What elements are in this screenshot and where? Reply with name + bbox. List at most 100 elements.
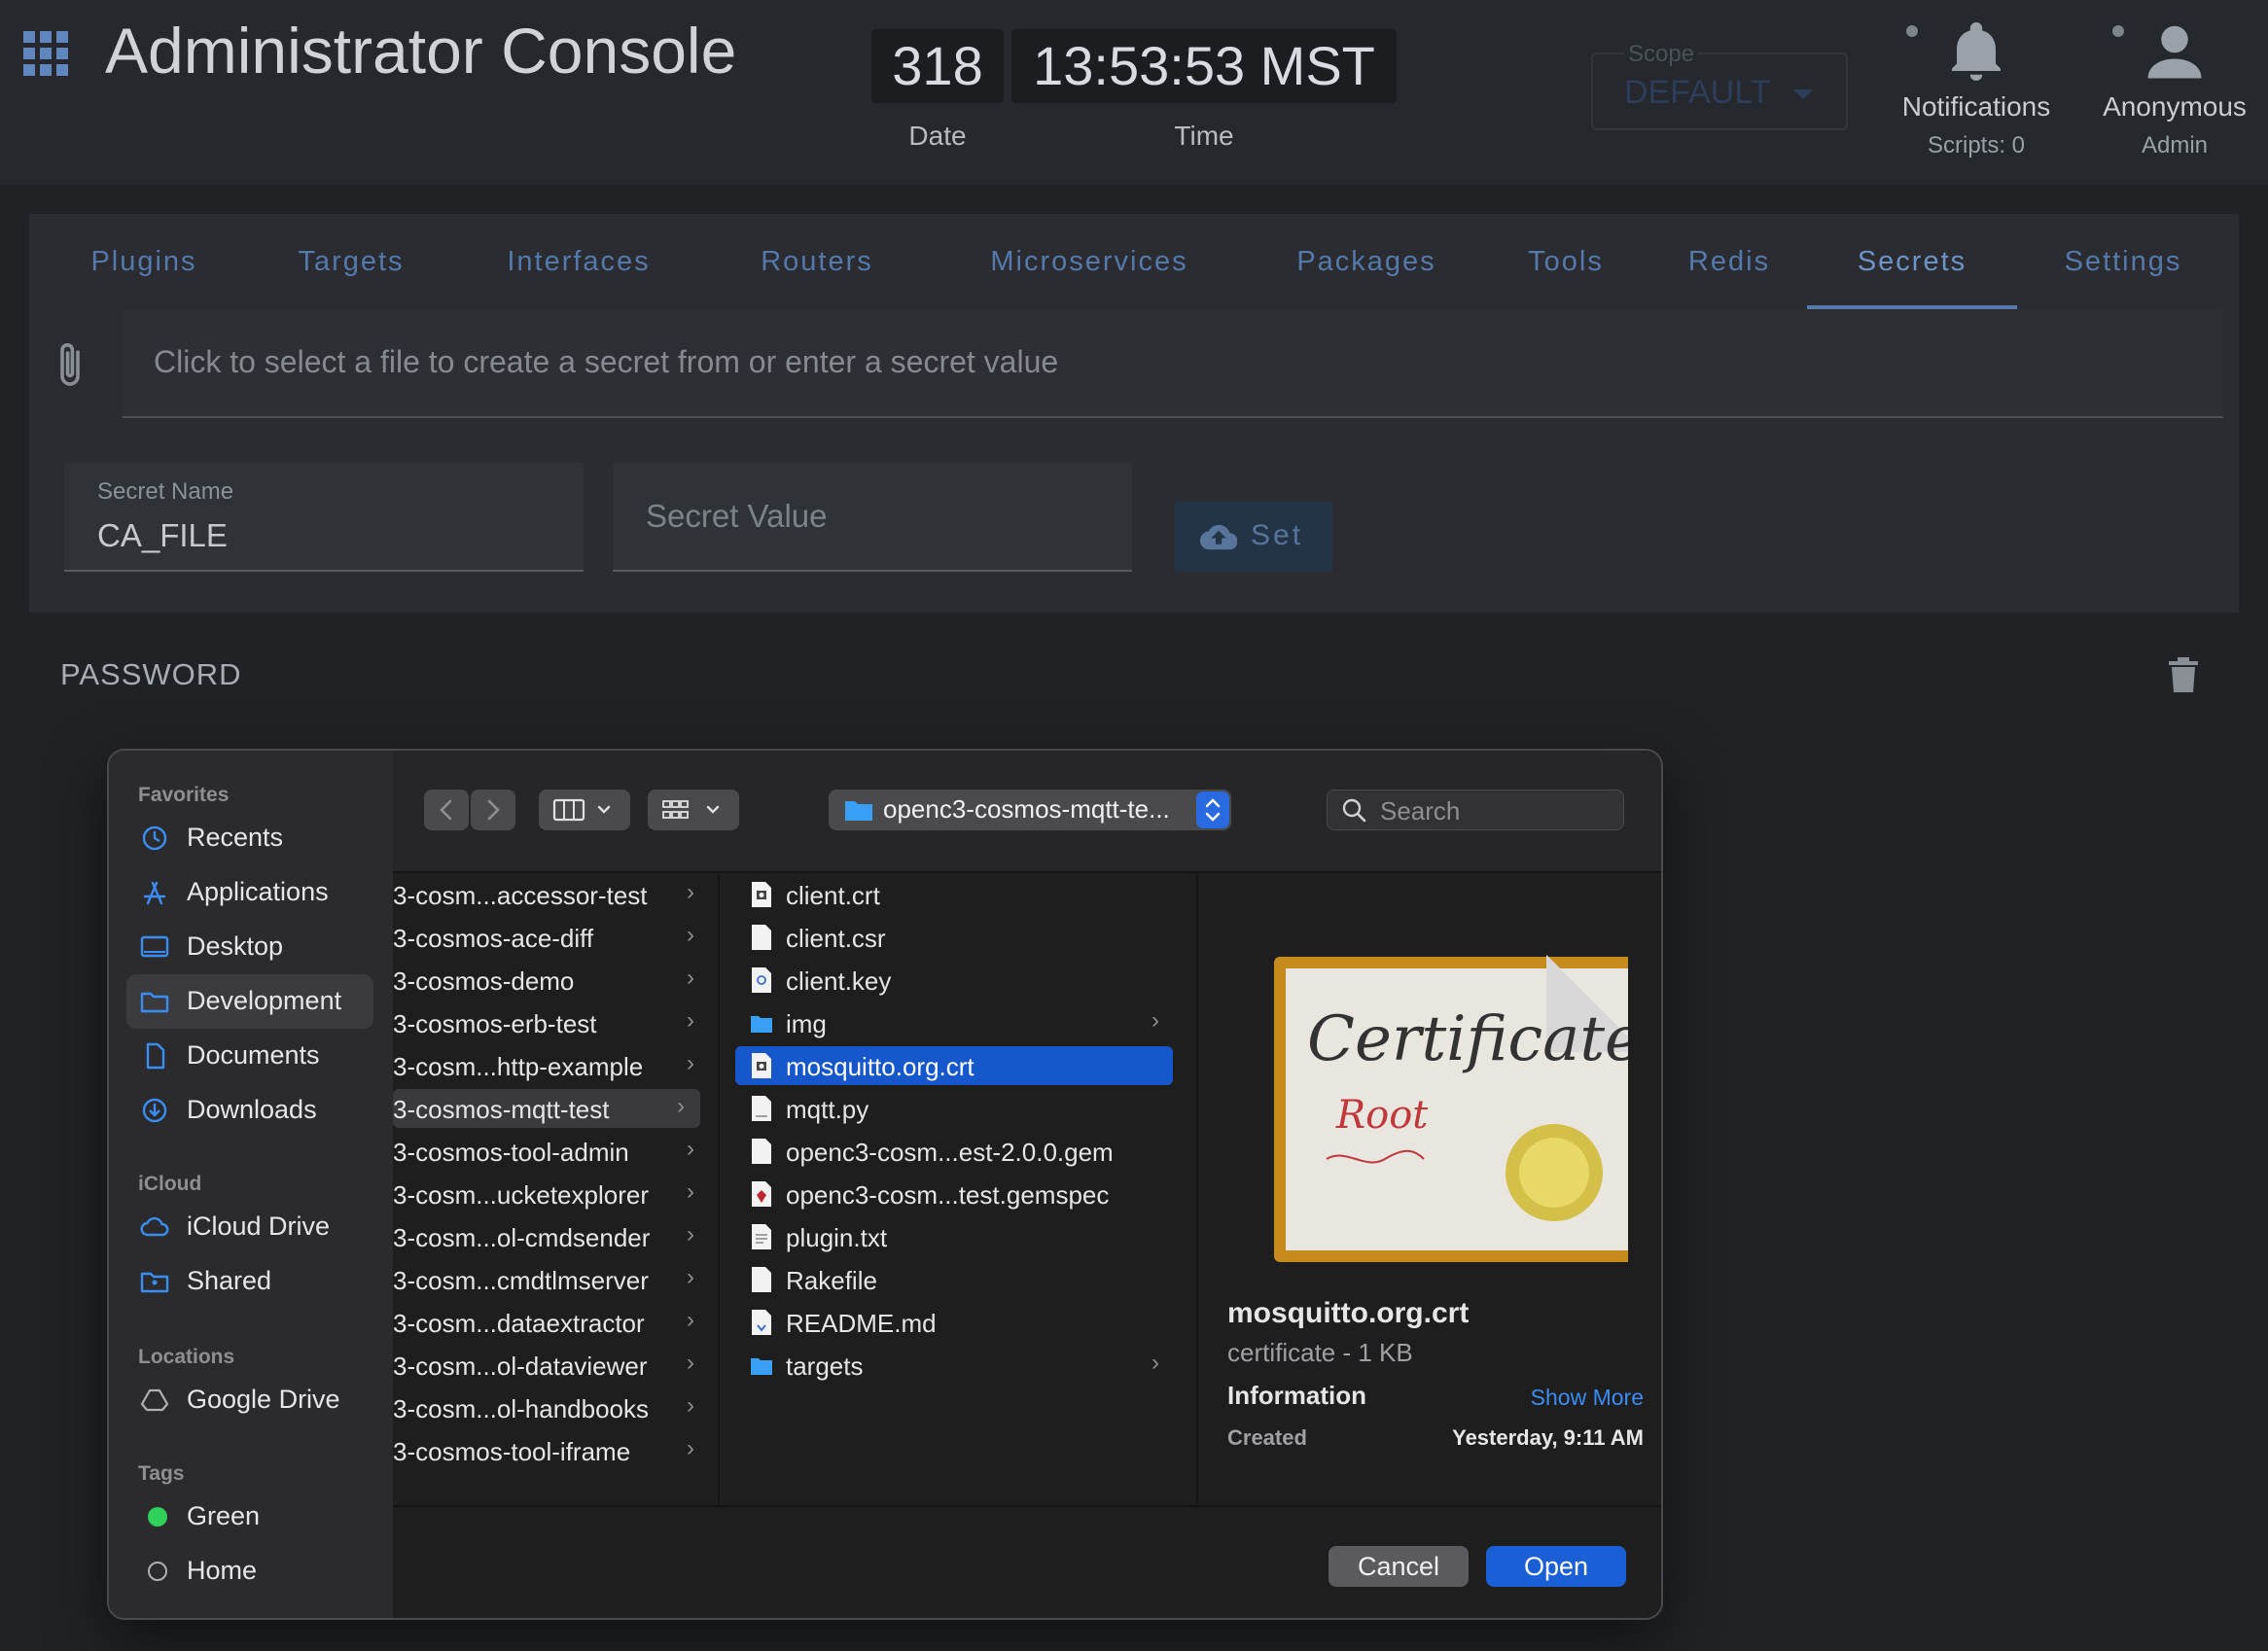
secret-value-field[interactable]: Secret Value [613,463,1132,572]
list-item[interactable]: 3-cosm...http-example › [393,1046,710,1085]
sidebar-item-desktop[interactable]: Desktop [126,920,373,974]
secret-list-item: PASSWORD [60,657,242,691]
path-popup-button[interactable]: openc3-cosmos-mqtt-te... [829,790,1231,830]
file-item[interactable]: openc3-cosm...est-2.0.0.gem [735,1132,1173,1171]
cancel-button[interactable]: Cancel [1329,1546,1469,1587]
file-item[interactable]: Rakefile [735,1260,1173,1299]
file-item[interactable]: mqtt.py [735,1089,1173,1128]
sidebar-item-development[interactable]: Development [126,974,373,1029]
list-item[interactable]: 3-cosm...ol-dataviewer › [393,1346,710,1385]
sidebar-tag-home[interactable]: Home [126,1544,373,1598]
sidebar-item-recents[interactable]: Recents [126,811,373,865]
set-secret-button[interactable]: Set [1175,502,1332,572]
preview-kind: certificate - 1 KB [1227,1338,1413,1367]
list-item[interactable]: 3-cosm...ol-cmdsender › [393,1217,710,1256]
open-button[interactable]: Open [1486,1546,1626,1587]
sidebar-item-label: Desktop [187,931,284,961]
sidebar-tag-green[interactable]: Green [126,1490,373,1544]
item-label: 3-cosmos-tool-admin [393,1138,629,1167]
sidebar-item-documents[interactable]: Documents [126,1029,373,1083]
user-status-dot [2112,25,2124,37]
cloud-upload-icon [1200,524,1237,550]
list-item-selected[interactable]: 3-cosmos-mqtt-test › [393,1089,700,1128]
file-item[interactable]: client.crt [735,875,1173,914]
apps-grid-icon[interactable] [23,31,68,76]
locations-header: Locations [138,1346,235,1368]
folder-item[interactable]: targets › [735,1346,1173,1385]
file-item[interactable]: client.key [735,961,1173,1000]
folder-item[interactable]: img › [735,1003,1173,1042]
file-name: client.csr [786,924,886,953]
secret-file-input[interactable]: Click to select a file to create a secre… [123,309,2223,418]
bell-icon [1952,22,2001,81]
tab-redis[interactable]: Redis [1651,214,1807,309]
download-icon [142,1098,167,1123]
admin-panel: Plugins Targets Interfaces Routers Micro… [29,214,2239,613]
search-icon [1342,798,1366,823]
item-label: 3-cosm...ol-cmdsender [393,1223,651,1252]
trash-icon[interactable] [2167,655,2200,694]
list-item[interactable]: 3-cosmos-tool-iframe › [393,1431,710,1470]
sidebar-item-applications[interactable]: Applications [126,865,373,920]
file-item[interactable]: README.md [735,1303,1173,1342]
sidebar-item-google-drive[interactable]: Google Drive [126,1373,373,1427]
list-item[interactable]: 3-cosm...dataextractor › [393,1303,710,1342]
favorites-header: Favorites [138,784,230,806]
forward-button[interactable] [471,790,515,830]
file-item[interactable]: client.csr [735,918,1173,957]
sidebar-item-downloads[interactable]: Downloads [126,1083,373,1138]
list-item[interactable]: 3-cosmos-tool-admin › [393,1132,710,1171]
gemspec-file-icon [752,1181,771,1207]
list-item[interactable]: 3-cosm...accessor-test › [393,875,710,914]
list-item[interactable]: 3-cosm...cmdtlmserver › [393,1260,710,1299]
tab-settings[interactable]: Settings [2021,214,2225,309]
show-more-link[interactable]: Show More [1531,1385,1644,1411]
tab-interfaces[interactable]: Interfaces [467,214,691,309]
chevron-right-icon: › [687,1350,694,1376]
empty-tag-icon [148,1562,167,1581]
tab-packages[interactable]: Packages [1255,214,1478,309]
tab-secrets[interactable]: Secrets [1807,214,2017,309]
scope-select[interactable]: Scope DEFAULT [1591,41,1848,130]
app-title: Administrator Console [105,15,737,87]
search-placeholder: Search [1380,796,1461,826]
file-item[interactable]: openc3-cosm...test.gemspec [735,1175,1173,1213]
back-button[interactable] [424,790,469,830]
list-item[interactable]: 3-cosm...ucketexplorer › [393,1175,710,1213]
file-name: client.key [786,966,892,996]
tab-targets[interactable]: Targets [259,214,443,309]
view-mode-button[interactable] [539,790,630,830]
list-item[interactable]: 3-cosm...ol-handbooks › [393,1388,710,1427]
user-role: Admin [2141,132,2209,158]
chevron-right-icon: › [687,1007,694,1034]
sidebar-item-shared[interactable]: Shared [126,1254,373,1309]
secret-name-field[interactable]: Secret Name CA_FILE [64,463,584,572]
notifications-button[interactable]: Notifications Scripts: 0 [1887,19,2066,159]
tab-routers[interactable]: Routers [710,214,924,309]
scripts-count: Scripts: 0 [1927,132,2026,158]
tab-microservices[interactable]: Microservices [943,214,1235,309]
file-item[interactable]: plugin.txt [735,1217,1173,1256]
caret-down-icon [1793,89,1813,99]
search-input[interactable]: Search [1327,790,1624,830]
tab-tools[interactable]: Tools [1498,214,1634,309]
sidebar-item-label: iCloud Drive [187,1212,331,1241]
group-button[interactable] [648,790,739,830]
list-item[interactable]: 3-cosmos-erb-test › [393,1003,710,1042]
scope-label: Scope [1624,41,1699,68]
chevron-right-icon: › [687,1221,694,1247]
certificate-subtitle: Root [1335,1093,1429,1138]
user-menu-button[interactable]: Anonymous Admin [2095,19,2254,159]
text-file-icon [752,1224,771,1249]
date-label: Date [908,121,967,151]
sidebar-item-icloud-drive[interactable]: iCloud Drive [126,1200,373,1254]
chevron-left-icon [440,799,452,821]
folder-icon [140,992,169,1013]
list-item[interactable]: 3-cosmos-demo › [393,961,710,1000]
tab-plugins[interactable]: Plugins [49,214,239,309]
paperclip-icon[interactable] [53,340,88,391]
sidebar-item-label: Shared [187,1266,272,1295]
time-display: 13:53:53 MST [1011,29,1397,103]
file-item-selected[interactable]: mosquitto.org.crt [735,1046,1173,1085]
list-item[interactable]: 3-cosmos-ace-diff › [393,918,710,957]
